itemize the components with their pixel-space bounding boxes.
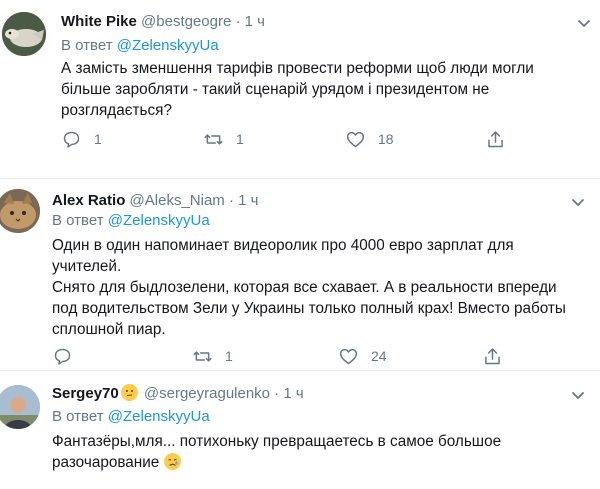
retweet-count: 1 <box>236 131 244 147</box>
chevron-down-icon[interactable] <box>567 191 589 213</box>
like-count: 24 <box>371 348 387 364</box>
tweet-text-line: А замість зменшення тарифів провести реф… <box>61 60 534 77</box>
tweet-alex-ratio[interactable]: Alex Ratio @Aleks_Niam · 1 ч В ответ @Ze… <box>0 179 600 367</box>
avatar[interactable] <box>2 12 46 56</box>
separator-dot: · <box>274 385 280 402</box>
like-button[interactable]: 18 <box>345 127 394 151</box>
like-count: 18 <box>378 131 394 147</box>
chevron-down-icon[interactable] <box>573 12 595 34</box>
tweet-text-line: Снято для быдлозелени, которая все схава… <box>52 279 557 296</box>
tweet-sergey70[interactable]: Sergey70 @sergeyragulenko · 1 ч В ответ … <box>0 371 600 489</box>
chevron-down-icon[interactable] <box>567 384 589 406</box>
heart-icon <box>346 131 365 147</box>
timestamp[interactable]: 1 ч <box>245 13 265 30</box>
user-handle[interactable]: @bestgeogre <box>141 13 231 30</box>
tweet-text-line: Фантазёры,мля... потихоньку превращаетес… <box>52 433 502 450</box>
mention-link[interactable]: @ZelenskyyUa <box>117 37 219 54</box>
reply-context: В ответ @ZelenskyyUa <box>61 36 219 56</box>
tweet-text-line: разочарование <box>52 452 572 473</box>
display-name[interactable]: White Pike <box>61 13 137 30</box>
reply-prefix: В ответ <box>61 37 113 54</box>
retweet-icon <box>204 133 223 145</box>
timestamp[interactable]: 1 ч <box>283 385 303 402</box>
user-handle[interactable]: @sergeyragulenko <box>144 385 270 402</box>
reply-context: В ответ @ZelenskyyUa <box>52 211 210 231</box>
reply-icon <box>54 348 71 365</box>
tweet-text: А замість зменшення тарифів провести реф… <box>61 58 581 121</box>
share-button[interactable] <box>482 344 503 368</box>
display-name[interactable]: Sergey70 <box>52 385 119 402</box>
retweet-button[interactable]: 1 <box>203 127 244 151</box>
tweet-text-line: більше заробляти - такий сценарій урядом… <box>61 81 490 98</box>
tweet-text-line: розглядається? <box>61 102 172 119</box>
tweet-white-pike[interactable]: White Pike @bestgeogre · 1 ч В ответ @Ze… <box>0 0 600 175</box>
like-button[interactable]: 24 <box>338 344 387 368</box>
reply-count: 1 <box>94 131 102 147</box>
heart-icon <box>339 348 358 364</box>
mention-link[interactable]: @ZelenskyyUa <box>108 408 210 425</box>
separator-dot: · <box>235 13 241 30</box>
timestamp[interactable]: 1 ч <box>238 192 258 209</box>
retweet-button[interactable]: 1 <box>192 344 233 368</box>
user-handle[interactable]: @Aleks_Niam <box>130 192 225 209</box>
tweet-text-line: Один в один напоминает видеоролик про 40… <box>52 237 514 254</box>
retweet-icon <box>193 350 212 362</box>
tweet-text: Фантазёры,мля... потихоньку превращаетес… <box>52 431 572 473</box>
tweet-text-line: учителей. <box>52 258 122 275</box>
tweet-text-segment: разочарование <box>52 454 160 471</box>
retweet-count: 1 <box>225 348 233 364</box>
share-button[interactable] <box>485 127 506 151</box>
tweet-text: Один в один напоминает видеоролик про 40… <box>52 235 587 340</box>
separator-dot: · <box>228 192 234 209</box>
reply-context: В ответ @ZelenskyyUa <box>52 407 210 427</box>
reply-button[interactable]: 1 <box>61 127 102 151</box>
avatar[interactable] <box>0 189 40 233</box>
share-icon <box>488 130 503 147</box>
tweet-text-line: под водительством Зели у Украины только … <box>52 300 566 317</box>
share-icon <box>485 347 500 364</box>
reply-button[interactable] <box>52 344 85 368</box>
avatar[interactable] <box>0 385 40 429</box>
mention-link[interactable]: @ZelenskyyUa <box>108 212 210 229</box>
reply-prefix: В ответ <box>52 212 104 229</box>
reply-prefix: В ответ <box>52 408 104 425</box>
tweet-text-line: сплошной пиар. <box>52 321 166 338</box>
disappointed-face-icon <box>163 453 181 470</box>
thinking-face-icon <box>120 384 138 401</box>
reply-icon <box>63 131 80 148</box>
display-name[interactable]: Alex Ratio <box>52 192 125 209</box>
